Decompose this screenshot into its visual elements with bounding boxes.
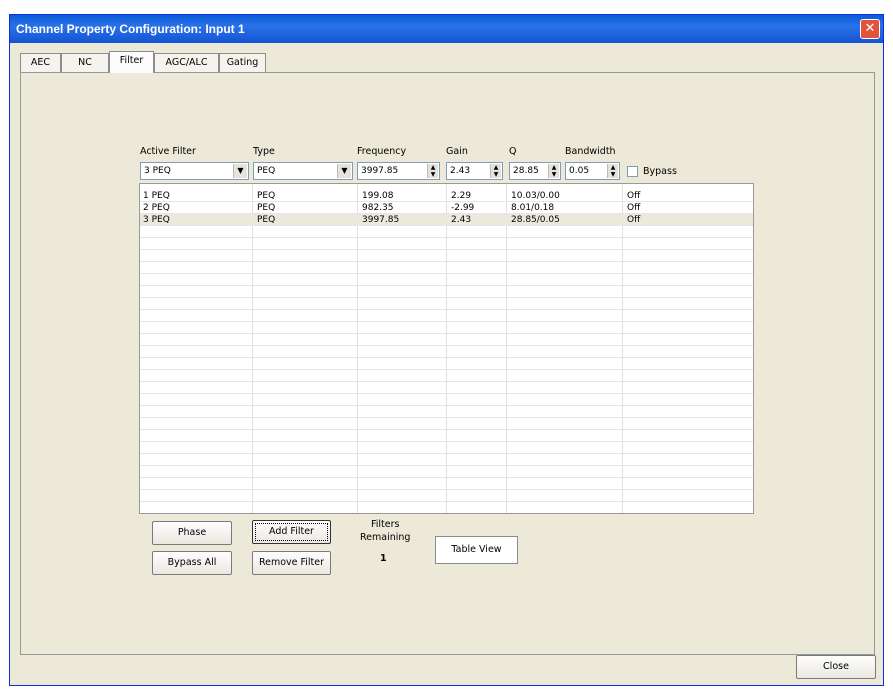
table-cell-filter: 2 PEQ	[143, 203, 170, 213]
table-row[interactable]	[140, 430, 753, 442]
gain-spinner[interactable]: 2.43 ▲ ▼	[446, 162, 503, 180]
table-row[interactable]	[140, 358, 753, 370]
table-row[interactable]	[140, 370, 753, 382]
filters-remaining-label: Filters	[371, 519, 400, 530]
window-title: Channel Property Configuration: Input 1	[16, 22, 245, 36]
active-filter-value: 3 PEQ	[144, 166, 171, 176]
bypass-checkbox[interactable]	[627, 166, 638, 177]
gain-value: 2.43	[450, 166, 471, 176]
table-row[interactable]	[140, 274, 753, 286]
table-cell-gain: -2.99	[451, 203, 475, 213]
table-row[interactable]	[140, 226, 753, 238]
table-row[interactable]: 2 PEQ PEQ 982.35 -2.99 8.01/0.18 Off	[140, 202, 753, 214]
table-cell-type: PEQ	[257, 203, 276, 213]
tab-filter[interactable]: Filter	[109, 51, 154, 73]
table-cell-bypass: Off	[627, 203, 641, 213]
table-row[interactable]	[140, 490, 753, 502]
table-cell-frequency: 199.08	[362, 191, 394, 201]
tab-gating[interactable]: Gating	[219, 53, 266, 72]
phase-button[interactable]: Phase	[152, 521, 232, 545]
bandwidth-label: Bandwidth	[565, 146, 616, 157]
table-row[interactable]	[140, 394, 753, 406]
table-cell-bypass: Off	[627, 191, 641, 201]
table-row[interactable]	[140, 454, 753, 466]
table-row[interactable]	[140, 286, 753, 298]
table-cell-q-bw: 10.03/0.00	[511, 191, 560, 201]
type-select[interactable]: PEQ ▼	[253, 162, 353, 180]
table-view-button[interactable]: Table View	[435, 536, 518, 564]
filters-remaining-count: 1	[380, 553, 387, 564]
table-row[interactable]	[140, 310, 753, 322]
q-spinner[interactable]: 28.85 ▲ ▼	[509, 162, 561, 180]
table-row[interactable]: 3 PEQ PEQ 3997.85 2.43 28.85/0.05 Off	[140, 214, 753, 226]
table-row[interactable]	[140, 442, 753, 454]
table-cell-gain: 2.43	[451, 215, 472, 225]
table-row[interactable]	[140, 382, 753, 394]
spinner-updown-icon[interactable]: ▲ ▼	[607, 164, 618, 178]
remove-filter-button[interactable]: Remove Filter	[252, 551, 331, 575]
type-label: Type	[253, 146, 275, 157]
table-row[interactable]	[140, 262, 753, 274]
chevron-down-icon[interactable]: ▼	[233, 164, 247, 178]
table-cell-frequency: 982.35	[362, 203, 394, 213]
table-cell-frequency: 3997.85	[362, 215, 400, 225]
q-value: 28.85	[513, 166, 539, 176]
spinner-updown-icon[interactable]: ▲ ▼	[427, 164, 438, 178]
bandwidth-value: 0.05	[569, 166, 590, 176]
close-icon[interactable]: ✕	[860, 19, 880, 39]
table-row[interactable]	[140, 346, 753, 358]
frequency-spinner[interactable]: 3997.85 ▲ ▼	[357, 162, 440, 180]
frequency-label: Frequency	[357, 146, 407, 157]
spinner-updown-icon[interactable]: ▲ ▼	[490, 164, 501, 178]
filters-remaining-label-2: Remaining	[360, 532, 411, 543]
table-cell-gain: 2.29	[451, 191, 472, 201]
table-row[interactable]	[140, 502, 753, 513]
table-cell-q-bw: 8.01/0.18	[511, 203, 555, 213]
table-cell-filter: 1 PEQ	[143, 191, 170, 201]
chevron-down-icon[interactable]: ▼	[337, 164, 351, 178]
frequency-value: 3997.85	[361, 166, 399, 176]
table-row[interactable]	[140, 406, 753, 418]
q-label: Q	[509, 146, 517, 157]
table-cell-filter: 3 PEQ	[143, 215, 170, 225]
active-filter-label: Active Filter	[140, 146, 196, 157]
active-filter-select[interactable]: 3 PEQ ▼	[140, 162, 249, 180]
tab-nc[interactable]: NC	[61, 53, 109, 72]
table-row[interactable]	[140, 250, 753, 262]
table-row[interactable]	[140, 466, 753, 478]
table-row[interactable]	[140, 298, 753, 310]
table-row[interactable]	[140, 478, 753, 490]
gain-label: Gain	[446, 146, 468, 157]
table-row[interactable]	[140, 322, 753, 334]
table-cell-q-bw: 28.85/0.05	[511, 215, 560, 225]
table-cell-type: PEQ	[257, 191, 276, 201]
table-row[interactable]	[140, 334, 753, 346]
bypass-label: Bypass	[643, 166, 677, 177]
table-row[interactable]	[140, 238, 753, 250]
table-row[interactable]	[140, 418, 753, 430]
title-bar[interactable]: Channel Property Configuration: Input 1 …	[10, 15, 883, 43]
add-filter-button[interactable]: Add Filter	[252, 520, 331, 544]
tab-aec[interactable]: AEC	[20, 53, 61, 72]
type-value: PEQ	[257, 166, 276, 176]
spinner-updown-icon[interactable]: ▲ ▼	[548, 164, 559, 178]
bypass-all-button[interactable]: Bypass All	[152, 551, 232, 575]
close-button[interactable]: Close	[796, 655, 876, 679]
table-cell-type: PEQ	[257, 215, 276, 225]
tab-agc-alc[interactable]: AGC/ALC	[154, 53, 219, 72]
table-row[interactable]: 1 PEQ PEQ 199.08 2.29 10.03/0.00 Off	[140, 190, 753, 202]
bandwidth-spinner[interactable]: 0.05 ▲ ▼	[565, 162, 620, 180]
filter-table[interactable]: 1 PEQ PEQ 199.08 2.29 10.03/0.00 Off 2 PEQ PEQ 9…	[139, 183, 754, 514]
table-cell-bypass: Off	[627, 215, 641, 225]
